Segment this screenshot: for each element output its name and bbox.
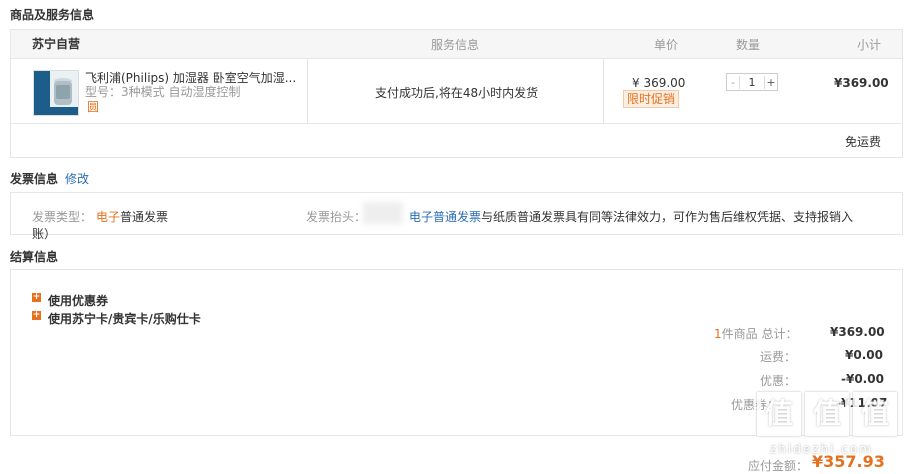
store-name: 苏宁自营	[32, 37, 81, 51]
freight-label: 运费：	[760, 350, 797, 364]
watermark-glyph: 值	[853, 392, 897, 436]
invoice-type-wrap: 账）	[32, 227, 57, 241]
invoice-type-value: 电子普通发票	[96, 208, 168, 225]
watermark-logo: 值 值 值	[757, 392, 905, 442]
product-extra: 圆	[87, 100, 100, 114]
discount-value: -¥0.00	[841, 372, 884, 386]
service-info: 支付成功后,将在48小时内发货	[375, 86, 539, 100]
watermark-url: zhidezhi.com	[770, 442, 873, 456]
col-price-header: 单价	[654, 38, 679, 52]
expand-plus-icon[interactable]: +	[32, 293, 41, 302]
freight-value: ¥0.00	[845, 348, 883, 362]
cell-divider	[307, 58, 308, 123]
product-thumbnail[interactable]	[33, 70, 79, 116]
watermark-glyph: 值	[805, 392, 849, 436]
humidifier-image-icon	[34, 71, 78, 115]
row-divider	[11, 123, 901, 124]
invoice-note-rest: 与纸质普通发票具有同等法律效力，可作为售后维权凭据、支持报销入	[481, 210, 854, 224]
item-count: 1	[714, 327, 722, 341]
shipping-note: 免运费	[845, 135, 882, 149]
promo-badge: 限时促销	[623, 90, 680, 108]
use-cards-toggle[interactable]: 使用苏宁卡/贵宾卡/乐购仕卡	[48, 310, 201, 327]
goods-section-title: 商品及服务信息	[10, 8, 95, 22]
invoice-header-label: 发票抬头：	[306, 210, 367, 224]
col-subtotal-header: 小计	[857, 38, 882, 52]
item-count-row: 1件商品 总计：	[714, 325, 797, 342]
invoice-note-link[interactable]: 电子普通发票	[409, 210, 481, 224]
expand-plus-icon[interactable]: +	[32, 311, 41, 320]
quantity-stepper: - 1 +	[726, 73, 778, 91]
col-qty-header: 数量	[736, 38, 761, 52]
qty-input[interactable]: 1	[739, 75, 765, 89]
qty-minus-button[interactable]: -	[727, 76, 739, 89]
invoice-type-rest: 普通发票	[120, 210, 169, 224]
col-service-header: 服务信息	[431, 38, 480, 52]
unit-price: ¥ 369.00	[632, 76, 686, 90]
item-subtotal: ¥369.00	[834, 76, 889, 90]
invoice-section-title: 发票信息	[10, 172, 59, 186]
invoice-header-redacted	[363, 202, 403, 224]
payable-label: 应付金额：	[748, 459, 809, 473]
discount-label: 优惠：	[760, 374, 797, 388]
settlement-section-title: 结算信息	[10, 250, 59, 264]
use-coupon-toggle[interactable]: 使用优惠券	[48, 292, 108, 309]
watermark-glyph: 值	[757, 392, 801, 436]
goods-total: ¥369.00	[830, 325, 885, 339]
invoice-edit-link[interactable]: 修改	[65, 170, 89, 187]
qty-plus-button[interactable]: +	[765, 76, 777, 89]
invoice-header-note: 电子普通发票与纸质普通发票具有同等法律效力，可作为售后维权凭据、支持报销入	[409, 208, 853, 225]
item-count-label: 件商品 总计：	[721, 327, 798, 341]
cell-divider	[603, 58, 604, 123]
invoice-type-label: 发票类型：	[32, 210, 93, 224]
product-model: 型号：3种模式 自动湿度控制	[85, 85, 241, 99]
invoice-type-colored: 电子	[96, 210, 121, 224]
